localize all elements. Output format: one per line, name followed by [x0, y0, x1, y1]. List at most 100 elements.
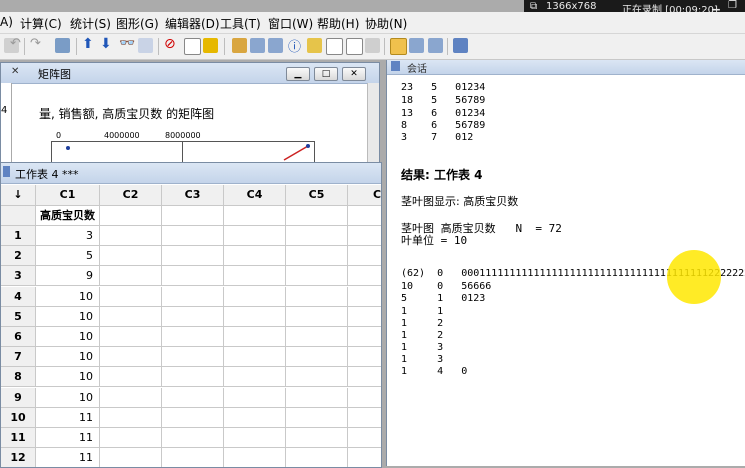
row-header[interactable]: 1 [1, 226, 36, 246]
row-header[interactable]: 7 [1, 347, 36, 368]
table-cell[interactable] [162, 306, 224, 327]
table-cell[interactable] [224, 246, 286, 267]
row-header[interactable]: 8 [1, 367, 36, 388]
table-cell[interactable] [224, 407, 286, 428]
minimize-button[interactable]: ▁ [286, 67, 310, 81]
graph-scrollbar[interactable] [367, 83, 379, 163]
table-cell[interactable] [286, 407, 348, 428]
project-icon[interactable] [268, 38, 283, 53]
table-cell[interactable] [286, 226, 348, 246]
table-icon[interactable] [428, 38, 443, 53]
layout-icon[interactable] [365, 38, 380, 53]
row-header[interactable]: 10 [1, 407, 36, 428]
table-cell[interactable] [224, 387, 286, 408]
worksheet-icon[interactable] [250, 38, 265, 53]
column-header[interactable]: C [348, 185, 381, 206]
table-cell[interactable] [100, 387, 162, 408]
row-header[interactable]: 4 [1, 286, 36, 307]
table-cell[interactable] [100, 266, 162, 287]
table-cell[interactable] [162, 428, 224, 448]
row-header[interactable]: 3 [1, 266, 36, 287]
manager-icon[interactable] [453, 38, 468, 53]
table-cell[interactable] [286, 266, 348, 287]
graph-titlebar[interactable]: ✕ 矩阵图 ▁ □ ✕ [1, 63, 379, 84]
replace-icon[interactable] [138, 38, 153, 53]
table-cell[interactable] [100, 367, 162, 388]
table-cell[interactable] [224, 367, 286, 388]
table-cell[interactable] [286, 387, 348, 408]
table-cell[interactable] [348, 367, 381, 388]
grid-icon[interactable] [409, 38, 424, 53]
column-name-cell[interactable] [162, 206, 224, 226]
table-cell[interactable] [100, 448, 162, 467]
table-cell[interactable] [348, 448, 381, 467]
menu-item-help[interactable]: 帮助(H) [317, 15, 359, 32]
menu-item-calc[interactable]: 计算(C) [20, 15, 62, 32]
table-cell[interactable] [224, 327, 286, 347]
table-cell[interactable] [286, 246, 348, 267]
table-cell[interactable] [224, 286, 286, 307]
table-cell[interactable] [348, 408, 381, 428]
minimize-icon[interactable]: ▁ [712, 0, 720, 11]
table-cell[interactable] [348, 388, 381, 408]
table-cell[interactable] [162, 367, 224, 388]
column-name-cell[interactable] [286, 206, 348, 226]
close-button[interactable]: ✕ [342, 67, 366, 81]
report-icon[interactable] [307, 38, 322, 53]
table-cell[interactable] [224, 226, 286, 246]
table-cell[interactable] [162, 226, 224, 246]
row-header[interactable]: 11 [1, 428, 36, 448]
table-cell[interactable] [224, 428, 286, 448]
table-cell[interactable]: 10 [36, 367, 100, 388]
table-cell[interactable] [348, 327, 381, 347]
table-cell[interactable]: 3 [36, 226, 100, 246]
table-cell[interactable] [162, 387, 224, 408]
table-cell[interactable]: 11 [36, 428, 100, 448]
table-cell[interactable] [100, 327, 162, 347]
restore-icon[interactable]: ❐ [728, 0, 737, 11]
row-header[interactable]: 2 [1, 246, 36, 267]
table-cell[interactable] [162, 448, 224, 467]
arrow-down-icon[interactable]: ⬇ [100, 36, 115, 52]
cancel-icon[interactable]: ⊘ [164, 36, 179, 52]
column-name-cell[interactable] [224, 206, 286, 226]
table-cell[interactable] [162, 246, 224, 267]
table-cell[interactable] [100, 347, 162, 368]
table-cell[interactable] [224, 306, 286, 327]
table-cell[interactable] [224, 448, 286, 467]
table-cell[interactable] [162, 347, 224, 368]
info-circle-icon[interactable]: ⓘ [288, 36, 303, 55]
new-doc-icon[interactable] [346, 38, 363, 55]
table-cell[interactable]: 5 [36, 246, 100, 267]
table-cell[interactable] [286, 327, 348, 347]
table-cell[interactable] [100, 286, 162, 307]
table-cell[interactable] [162, 327, 224, 347]
sum-icon[interactable] [203, 38, 218, 53]
table-cell[interactable]: 10 [36, 306, 100, 327]
table-cell[interactable]: 10 [36, 286, 100, 307]
table-cell[interactable] [224, 347, 286, 368]
history-icon[interactable] [326, 38, 343, 55]
menu-item-assist[interactable]: 协助(N) [365, 15, 407, 32]
table-cell[interactable]: 10 [36, 347, 100, 368]
table-cell[interactable] [286, 448, 348, 467]
row-header[interactable]: 6 [1, 327, 36, 347]
undo-icon[interactable]: ↶ [10, 36, 25, 51]
table-cell[interactable] [100, 306, 162, 327]
maximize-button[interactable]: □ [314, 67, 338, 81]
table-cell[interactable]: 11 [36, 448, 100, 467]
table-cell[interactable] [348, 246, 381, 267]
table-cell[interactable] [348, 347, 381, 368]
table-cell[interactable] [162, 266, 224, 287]
table-cell[interactable] [100, 246, 162, 267]
table-cell[interactable] [286, 306, 348, 327]
arrow-up-icon[interactable]: ⬆ [82, 36, 97, 52]
row-header[interactable]: 9 [1, 387, 36, 408]
menu-item-stat[interactable]: 统计(S) [70, 15, 111, 32]
table-cell[interactable] [348, 287, 381, 307]
column-header[interactable]: C5 [286, 185, 348, 206]
find-icon[interactable]: 👓 [119, 36, 135, 51]
table-cell[interactable] [224, 266, 286, 287]
table-cell[interactable] [100, 407, 162, 428]
menu-item-graph[interactable]: 图形(G) [116, 15, 159, 32]
